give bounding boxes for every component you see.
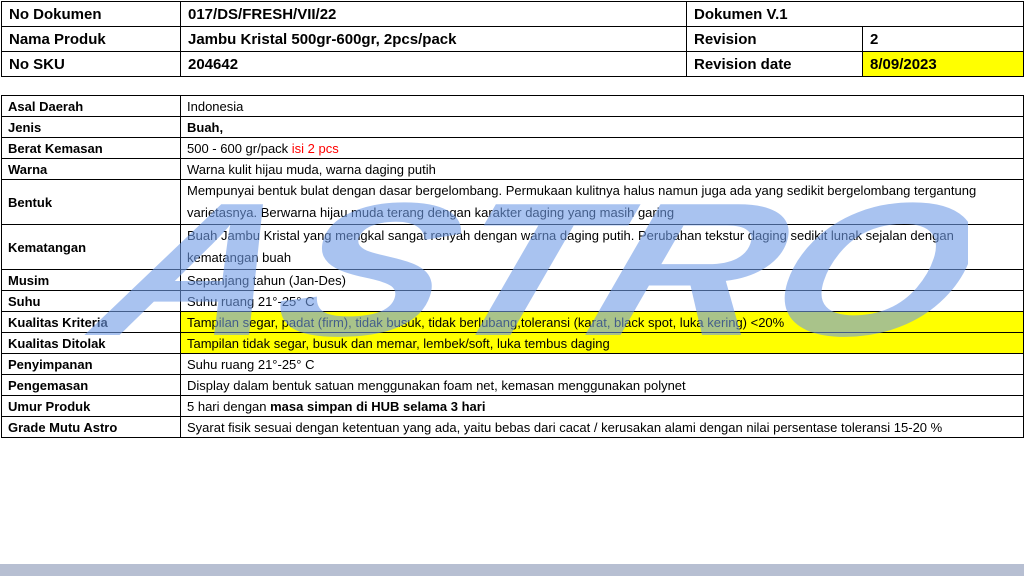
spec-row-grade-mutu: Grade Mutu Astro Syarat fisik sesuai den…	[1, 416, 1024, 438]
pengemasan-label: Pengemasan	[1, 374, 181, 396]
header-row-no-sku: No SKU 204642 Revision date 8/09/2023	[1, 51, 1024, 77]
nama-produk-value: Jambu Kristal 500gr-600gr, 2pcs/pack	[180, 26, 687, 52]
no-sku-label: No SKU	[1, 51, 181, 77]
spec-row-musim: Musim Sepanjang tahun (Jan-Des)	[1, 269, 1024, 291]
spec-row-suhu: Suhu Suhu ruang 21°-25° C	[1, 290, 1024, 312]
musim-label: Musim	[1, 269, 181, 291]
spec-row-penyimpanan: Penyimpanan Suhu ruang 21°-25° C	[1, 353, 1024, 375]
kualitas-ditolak-value: Tampilan tidak segar, busuk dan memar, l…	[180, 332, 1024, 354]
revision-date-label: Revision date	[686, 51, 863, 77]
umur-produk-cell: 5 hari dengan masa simpan di HUB selama …	[180, 395, 1024, 417]
jenis-value: Buah,	[180, 116, 1024, 138]
warna-value: Warna kulit hijau muda, warna daging put…	[180, 158, 1024, 180]
asal-daerah-value: Indonesia	[180, 95, 1024, 117]
spec-row-jenis: Jenis Buah,	[1, 116, 1024, 138]
document-header-table: No Dokumen 017/DS/FRESH/VII/22 Dokumen V…	[1, 1, 1024, 77]
kualitas-kriteria-value: Tampilan segar, padat (firm), tidak busu…	[180, 311, 1024, 333]
berat-kemasan-cell: 500 - 600 gr/pack isi 2 pcs	[180, 137, 1024, 159]
spec-row-pengemasan: Pengemasan Display dalam bentuk satuan m…	[1, 374, 1024, 396]
kualitas-ditolak-label: Kualitas Ditolak	[1, 332, 181, 354]
spec-row-asal-daerah: Asal Daerah Indonesia	[1, 95, 1024, 117]
footer-bar	[0, 564, 1024, 576]
no-dokumen-value: 017/DS/FRESH/VII/22	[180, 1, 687, 27]
spec-row-warna: Warna Warna kulit hijau muda, warna dagi…	[1, 158, 1024, 180]
spec-row-kematangan: Kematangan Buah Jambu Kristal yang mengk…	[1, 224, 1024, 270]
grade-mutu-value: Syarat fisik sesuai dengan ketentuan yan…	[180, 416, 1024, 438]
no-sku-value: 204642	[180, 51, 687, 77]
revision-date-value: 8/09/2023	[862, 51, 1024, 77]
bentuk-value: Mempunyai bentuk bulat dengan dasar berg…	[180, 179, 1024, 225]
bentuk-label: Bentuk	[1, 179, 181, 225]
header-row-nama-produk: Nama Produk Jambu Kristal 500gr-600gr, 2…	[1, 26, 1024, 52]
penyimpanan-value: Suhu ruang 21°-25° C	[180, 353, 1024, 375]
berat-kemasan-label: Berat Kemasan	[1, 137, 181, 159]
nama-produk-label: Nama Produk	[1, 26, 181, 52]
umur-produk-hub: masa simpan di HUB selama 3 hari	[270, 398, 486, 414]
asal-daerah-label: Asal Daerah	[1, 95, 181, 117]
spec-row-bentuk: Bentuk Mempunyai bentuk bulat dengan das…	[1, 179, 1024, 225]
umur-produk-label: Umur Produk	[1, 395, 181, 417]
berat-kemasan-note: isi 2 pcs	[291, 140, 339, 156]
kematangan-value: Buah Jambu Kristal yang mengkal sangat r…	[180, 224, 1024, 270]
warna-label: Warna	[1, 158, 181, 180]
penyimpanan-label: Penyimpanan	[1, 353, 181, 375]
suhu-value: Suhu ruang 21°-25° C	[180, 290, 1024, 312]
revision-label: Revision	[686, 26, 863, 52]
revision-value: 2	[862, 26, 1024, 52]
header-row-no-dokumen: No Dokumen 017/DS/FRESH/VII/22 Dokumen V…	[1, 1, 1024, 27]
suhu-label: Suhu	[1, 290, 181, 312]
dokumen-version: Dokumen V.1	[686, 1, 1024, 27]
spec-row-berat-kemasan: Berat Kemasan 500 - 600 gr/pack isi 2 pc…	[1, 137, 1024, 159]
grade-mutu-label: Grade Mutu Astro	[1, 416, 181, 438]
jenis-label: Jenis	[1, 116, 181, 138]
product-spec-table: Asal Daerah Indonesia Jenis Buah, Berat …	[1, 95, 1024, 438]
spec-row-umur-produk: Umur Produk 5 hari dengan masa simpan di…	[1, 395, 1024, 417]
musim-value: Sepanjang tahun (Jan-Des)	[180, 269, 1024, 291]
kualitas-kriteria-label: Kualitas Kriteria	[1, 311, 181, 333]
umur-produk-value: 5 hari dengan	[187, 398, 271, 414]
berat-kemasan-value: 500 - 600 gr/pack	[187, 140, 292, 156]
pengemasan-value: Display dalam bentuk satuan menggunakan …	[180, 374, 1024, 396]
no-dokumen-label: No Dokumen	[1, 1, 181, 27]
spec-row-kualitas-kriteria: Kualitas Kriteria Tampilan segar, padat …	[1, 311, 1024, 333]
kematangan-label: Kematangan	[1, 224, 181, 270]
spec-row-kualitas-ditolak: Kualitas Ditolak Tampilan tidak segar, b…	[1, 332, 1024, 354]
